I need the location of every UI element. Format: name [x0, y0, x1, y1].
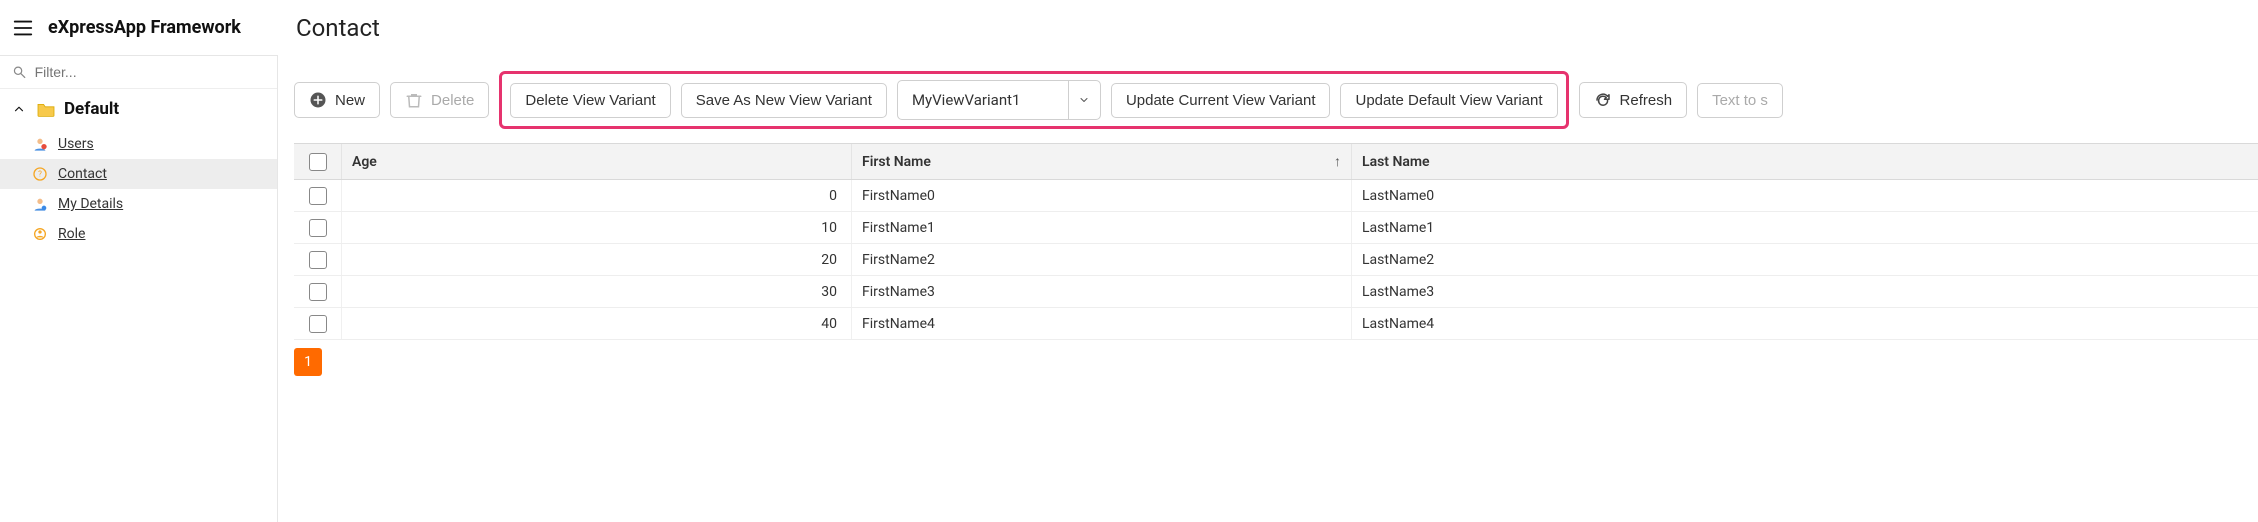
contact-icon: ? — [32, 166, 48, 182]
delete-button[interactable]: Delete — [390, 82, 489, 118]
update-current-view-variant-button[interactable]: Update Current View Variant — [1111, 83, 1331, 118]
cell-age: 40 — [342, 308, 852, 339]
view-variant-selected: MyViewVariant1 — [898, 81, 1068, 119]
cell-last-name: LastName2 — [1352, 244, 2258, 275]
data-grid: Age First Name ↑ Last Name 0FirstName0La… — [294, 143, 2258, 340]
sidebar-item-contact[interactable]: ? Contact — [0, 159, 277, 189]
search-icon — [12, 64, 27, 80]
app-brand: eXpressApp Framework — [48, 17, 241, 38]
text-search-input[interactable]: Text to s — [1697, 83, 1783, 118]
cell-age: 10 — [342, 212, 852, 243]
sidebar-item-label: Role — [58, 226, 85, 242]
view-variant-toolbar-highlight: Delete View Variant Save As New View Var… — [499, 71, 1568, 129]
cell-first-name: FirstName0 — [852, 180, 1352, 211]
view-variant-select[interactable]: MyViewVariant1 — [897, 80, 1101, 120]
sidebar-item-label: Users — [58, 136, 94, 152]
table-row[interactable]: 30FirstName3LastName3 — [294, 276, 2258, 308]
person-icon — [32, 196, 48, 212]
cell-last-name: LastName4 — [1352, 308, 2258, 339]
cell-first-name: FirstName1 — [852, 212, 1352, 243]
plus-circle-icon — [309, 91, 327, 109]
sidebar-item-my-details[interactable]: My Details — [0, 189, 277, 219]
column-header-last-name[interactable]: Last Name — [1352, 144, 2258, 179]
sidebar-item-label: My Details — [58, 196, 123, 212]
cell-first-name: FirstName2 — [852, 244, 1352, 275]
cell-age: 30 — [342, 276, 852, 307]
refresh-icon — [1594, 91, 1612, 109]
sidebar: Default Users ? Contact My Details Role — [0, 55, 278, 522]
cell-last-name: LastName1 — [1352, 212, 2258, 243]
refresh-button[interactable]: Refresh — [1579, 82, 1688, 118]
cell-age: 0 — [342, 180, 852, 211]
sidebar-item-label: Contact — [58, 166, 107, 182]
select-all-checkbox[interactable] — [294, 144, 342, 179]
table-row[interactable]: 40FirstName4LastName4 — [294, 308, 2258, 340]
sidebar-item-users[interactable]: Users — [0, 129, 277, 159]
grid-header-row: Age First Name ↑ Last Name — [294, 144, 2258, 180]
toolbar: New Delete Delete View Variant Save As N… — [294, 71, 2258, 129]
folder-icon — [36, 102, 54, 116]
row-checkbox[interactable] — [294, 244, 342, 275]
table-row[interactable]: 10FirstName1LastName1 — [294, 212, 2258, 244]
table-row[interactable]: 0FirstName0LastName0 — [294, 180, 2258, 212]
delete-view-variant-button[interactable]: Delete View Variant — [510, 83, 670, 118]
cell-first-name: FirstName3 — [852, 276, 1352, 307]
main-area: New Delete Delete View Variant Save As N… — [278, 55, 2258, 522]
update-default-view-variant-button[interactable]: Update Default View Variant — [1340, 83, 1557, 118]
sidebar-filter[interactable] — [0, 56, 277, 89]
chevron-up-icon — [12, 102, 26, 116]
cell-last-name: LastName3 — [1352, 276, 2258, 307]
column-header-age[interactable]: Age — [342, 144, 852, 179]
cell-first-name: FirstName4 — [852, 308, 1352, 339]
new-button[interactable]: New — [294, 82, 380, 118]
column-header-first-name[interactable]: First Name ↑ — [852, 144, 1352, 179]
refresh-button-label: Refresh — [1620, 92, 1673, 109]
save-as-new-view-variant-button[interactable]: Save As New View Variant — [681, 83, 887, 118]
cell-last-name: LastName0 — [1352, 180, 2258, 211]
row-checkbox[interactable] — [294, 276, 342, 307]
delete-button-label: Delete — [431, 92, 474, 109]
sidebar-filter-input[interactable] — [35, 64, 265, 80]
page-1-button[interactable]: 1 — [294, 348, 322, 376]
menu-icon[interactable] — [0, 17, 36, 39]
trash-icon — [405, 91, 423, 109]
sidebar-group-default[interactable]: Default — [0, 89, 277, 129]
table-row[interactable]: 20FirstName2LastName2 — [294, 244, 2258, 276]
sidebar-group-label: Default — [64, 99, 119, 119]
pager: 1 — [294, 348, 2258, 376]
svg-text:?: ? — [38, 170, 42, 179]
chevron-down-icon[interactable] — [1068, 81, 1100, 119]
role-icon — [32, 226, 48, 242]
row-checkbox[interactable] — [294, 212, 342, 243]
new-button-label: New — [335, 92, 365, 109]
row-checkbox[interactable] — [294, 180, 342, 211]
sort-asc-icon: ↑ — [1334, 153, 1341, 170]
row-checkbox[interactable] — [294, 308, 342, 339]
page-title: Contact — [296, 14, 380, 42]
cell-age: 20 — [342, 244, 852, 275]
person-icon — [32, 136, 48, 152]
topbar: eXpressApp Framework Contact — [0, 0, 2258, 55]
sidebar-item-role[interactable]: Role — [0, 219, 277, 249]
